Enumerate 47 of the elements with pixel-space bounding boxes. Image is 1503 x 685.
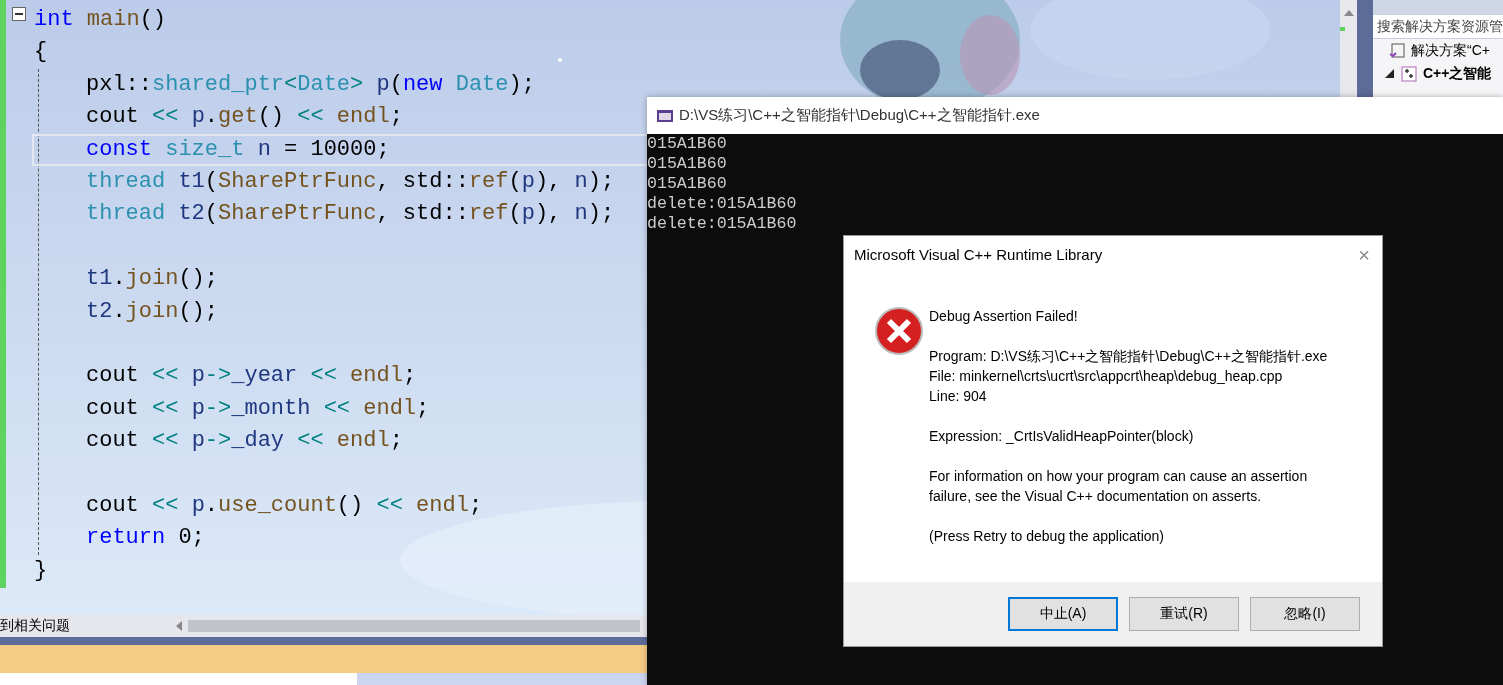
project-icon xyxy=(1401,65,1417,82)
close-button[interactable]: × xyxy=(1358,245,1370,265)
expand-icon[interactable] xyxy=(1385,69,1395,78)
dialog-button[interactable]: 中止(A) xyxy=(1008,597,1118,631)
code-line: cout << p->_month << endl; xyxy=(86,394,430,423)
message-text: (Press Retry to debug the application) xyxy=(929,527,1165,546)
collapse-icon[interactable] xyxy=(12,7,26,21)
console-output-line: 015A1B60 xyxy=(647,174,727,194)
message-text: For information on how your program can cause an assertion failure, see the Visual C++ documentation on asserts. xyxy=(929,467,1309,506)
console-icon xyxy=(657,109,673,122)
console-output-line: 015A1B60 xyxy=(647,154,727,174)
code-line: int main() xyxy=(34,6,167,34)
console-output-line: delete:015A1B60 xyxy=(647,194,797,214)
code-line: cout << p.use_count() << endl; xyxy=(86,491,483,520)
solution-icon xyxy=(1389,42,1405,59)
code-line: cout << p->_day << endl; xyxy=(86,427,403,456)
message-text: Expression: _CrtIsValidHeapPointer(block) xyxy=(929,427,1195,446)
code-line: thread t1(SharePtrFunc, std::ref(p), n); xyxy=(86,167,615,196)
tree-item[interactable]: 解决方案“C+ xyxy=(1411,41,1490,60)
code-line: } xyxy=(34,556,48,585)
code-line: cout << p.get() << endl; xyxy=(86,103,403,132)
code-line: t2.join(); xyxy=(86,297,219,326)
input-field[interactable] xyxy=(0,673,357,685)
dialog-button[interactable]: 重试(R) xyxy=(1129,597,1239,631)
message-text: Line: 904 xyxy=(929,387,988,406)
change-marker xyxy=(1340,27,1345,31)
horizontal-scrollbar[interactable] xyxy=(188,620,640,632)
console-output-line: delete:015A1B60 xyxy=(647,214,797,234)
code-line: { xyxy=(34,38,48,67)
window-title: D:\VS练习\C++之智能指针\Debug\C++之智能指针.exe xyxy=(679,106,1040,125)
code-line: t1.join(); xyxy=(86,265,219,294)
code-line: thread t2(SharePtrFunc, std::ref(p), n); xyxy=(86,200,615,229)
code-line: return 0; xyxy=(86,524,205,553)
dialog-title: Microsoft Visual C++ Runtime Library xyxy=(854,245,1103,265)
message-text: Program: D:\VS练习\C++之智能指针\Debug\C++之智能指针.exe xyxy=(929,347,1329,366)
error-list-text: 到相关问题 xyxy=(0,617,70,635)
console-output-line: 015A1B60 xyxy=(647,134,727,154)
code-line: pxl::shared_ptr<Date> p(new Date); xyxy=(86,70,535,99)
message-text: File: minkernel\crts\ucrt\src\appcrt\heap\debug_heap.cpp xyxy=(929,367,1284,386)
search-field[interactable]: 搜索解决方案资源管 xyxy=(1373,15,1503,39)
code-line: cout << p->_year << endl; xyxy=(86,362,417,391)
dialog-button[interactable]: 忽略(I) xyxy=(1250,597,1360,631)
scroll-left-icon[interactable] xyxy=(176,621,182,631)
code-line: const size_t n = 10000; xyxy=(86,135,390,164)
error-icon xyxy=(874,306,924,356)
tree-item[interactable]: C++之智能 xyxy=(1423,64,1492,83)
message-text: Debug Assertion Failed! xyxy=(929,307,1079,326)
